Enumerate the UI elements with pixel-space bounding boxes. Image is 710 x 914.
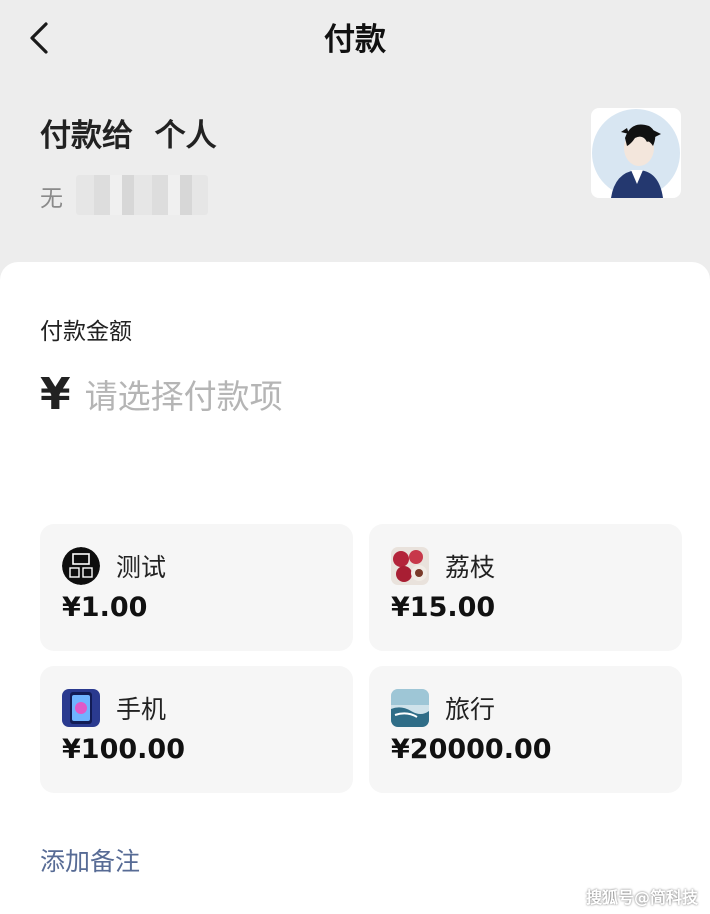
item-header: 手机 <box>62 688 166 728</box>
item-header: 旅行 <box>391 688 495 728</box>
name-mosaic-mask <box>76 175 208 215</box>
payment-item-lychee[interactable]: 荔枝 ¥15.00 <box>369 524 682 651</box>
item-price: ¥15.00 <box>391 592 496 623</box>
add-remark-link[interactable]: 添加备注 <box>40 842 140 878</box>
item-name: 荔枝 <box>445 553 496 582</box>
item-price: ¥100.00 <box>62 734 185 765</box>
payment-card: 付款金额 ¥ 请选择付款项 测试 ¥1.00 荔枝 ¥15.00 手机 ¥100… <box>0 262 710 914</box>
payment-item-travel[interactable]: 旅行 ¥20000.00 <box>369 666 682 793</box>
lychee-icon <box>391 547 429 585</box>
payment-item-test[interactable]: 测试 ¥1.00 <box>40 524 353 651</box>
user-avatar[interactable] <box>591 108 681 198</box>
payee-info: 付款给 个人 无 <box>40 110 580 215</box>
payee-title: 付款给 个人 <box>40 118 217 154</box>
amount-input[interactable]: ¥ 请选择付款项 <box>40 364 283 424</box>
item-header: 测试 <box>62 546 166 586</box>
item-price: ¥1.00 <box>62 592 148 623</box>
amount-label: 付款金额 <box>40 319 132 345</box>
amount-placeholder: 请选择付款项 <box>84 377 283 416</box>
item-name: 测试 <box>116 553 167 582</box>
payment-item-phone[interactable]: 手机 ¥100.00 <box>40 666 353 793</box>
sea-landscape-icon <box>391 689 429 727</box>
currency-symbol: ¥ <box>40 368 71 420</box>
smartphone-icon <box>62 689 100 727</box>
item-name: 手机 <box>116 695 167 724</box>
watermark-text: 搜狐号@简科技 <box>585 888 698 907</box>
nav-bar: 付款 <box>0 0 710 74</box>
item-price: ¥20000.00 <box>391 734 552 765</box>
item-name: 旅行 <box>445 695 496 724</box>
payee-name-row: 无 <box>40 175 580 215</box>
page-title: 付款 <box>324 22 386 58</box>
avatar-illustration <box>592 109 680 198</box>
payee-name: 无 <box>40 186 63 212</box>
jian-keji-logo-icon <box>62 547 100 585</box>
item-header: 荔枝 <box>391 546 495 586</box>
